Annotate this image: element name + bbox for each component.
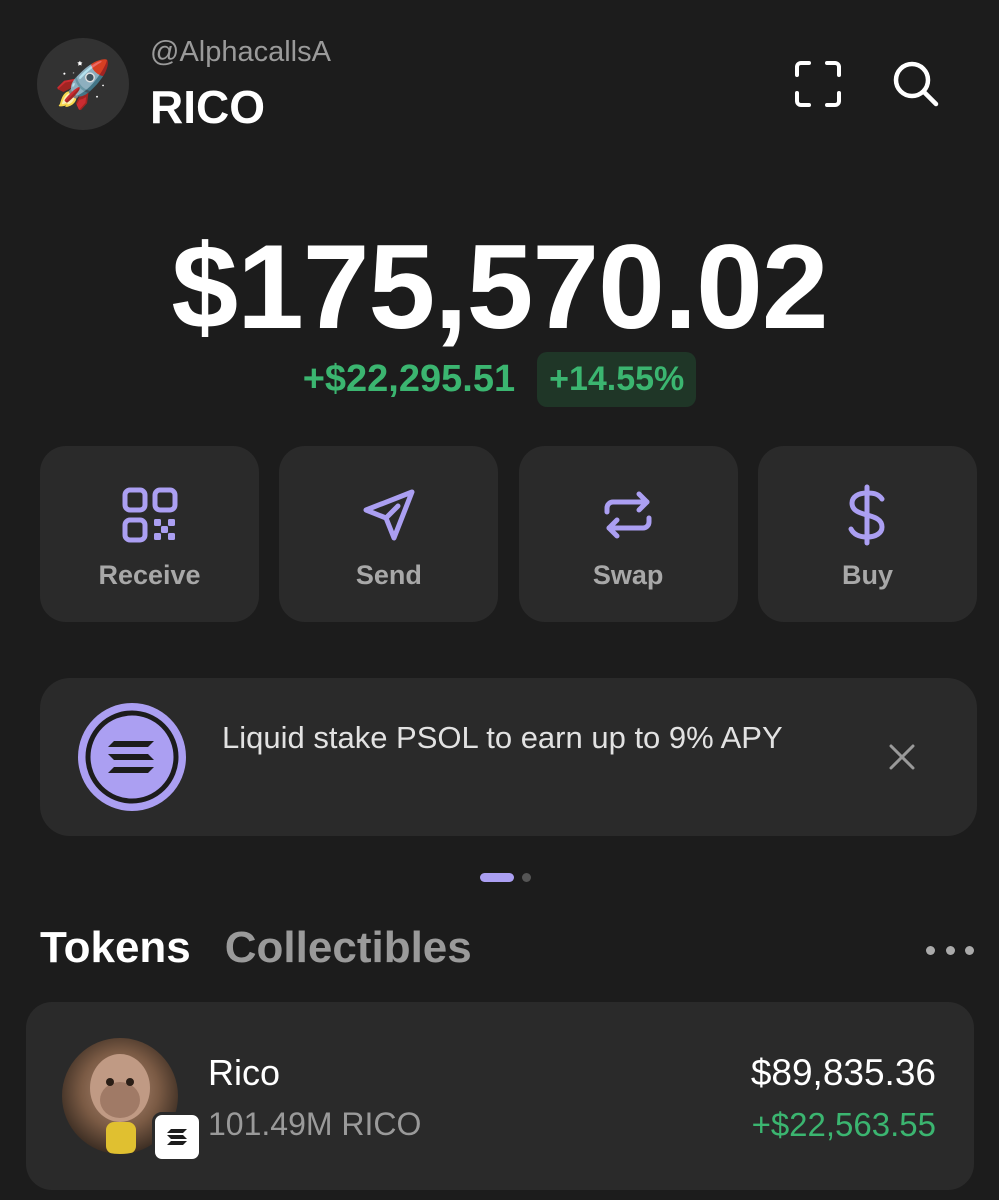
total-balance: $175,570.02 [171, 220, 828, 354]
solana-chain-badge-icon [152, 1112, 202, 1162]
tab-collectibles[interactable]: Collectibles [225, 923, 472, 973]
swap-icon [604, 491, 652, 539]
asset-tabs: Tokens Collectibles [40, 923, 472, 973]
swap-label: Swap [592, 560, 664, 590]
banner-close-button[interactable] [880, 735, 924, 779]
more-dot-icon [926, 945, 935, 955]
balance-change-amount: +$22,295.51 [302, 358, 516, 400]
send-button[interactable]: Send [279, 446, 499, 622]
scan-icon [795, 61, 841, 107]
balance-change-percent-badge: +14.55% [537, 352, 697, 407]
action-buttons: Receive Send Swap Buy [40, 446, 977, 622]
solana-logo-icon [78, 703, 186, 811]
scan-button[interactable] [790, 56, 846, 112]
send-icon [363, 489, 415, 541]
buy-button[interactable]: Buy [757, 446, 977, 622]
receive-label: Receive [98, 560, 201, 590]
more-dot-icon [965, 945, 974, 955]
send-label: Send [355, 560, 422, 590]
staking-promo-banner[interactable]: Liquid stake PSOL to earn up to 9% APY [40, 678, 977, 836]
more-options-button[interactable] [926, 935, 974, 965]
rocket-icon: 🚀 [54, 58, 112, 110]
account-avatar[interactable]: 🚀 [37, 38, 129, 130]
search-button[interactable] [888, 56, 944, 112]
token-amount: 101.49M RICO [208, 1106, 422, 1142]
token-name: Rico [208, 1052, 281, 1093]
token-row[interactable]: Rico 101.49M RICO $89,835.36 +$22,563.55 [26, 1002, 974, 1190]
balance-change-row: +$22,295.51 +14.55% [0, 352, 999, 407]
close-icon [889, 744, 915, 770]
account-handle: @AlphacallsA [150, 36, 331, 68]
page-dot[interactable] [522, 873, 531, 882]
buy-label: Buy [841, 560, 893, 590]
account-name[interactable]: RICO [150, 80, 265, 134]
more-dot-icon [945, 945, 955, 955]
token-change: +$22,563.55 [751, 1106, 936, 1143]
page-indicator [480, 873, 531, 882]
search-icon [893, 61, 939, 107]
page-dot-active [480, 873, 514, 882]
tab-tokens[interactable]: Tokens [40, 923, 191, 973]
header: 🚀 @AlphacallsA RICO [0, 0, 999, 170]
banner-text: Liquid stake PSOL to earn up to 9% APY [222, 720, 783, 755]
receive-button[interactable]: Receive [40, 446, 259, 622]
qr-code-icon [122, 487, 177, 543]
token-value: $89,835.36 [750, 1052, 936, 1093]
dollar-icon [848, 484, 885, 546]
swap-button[interactable]: Swap [518, 446, 738, 622]
